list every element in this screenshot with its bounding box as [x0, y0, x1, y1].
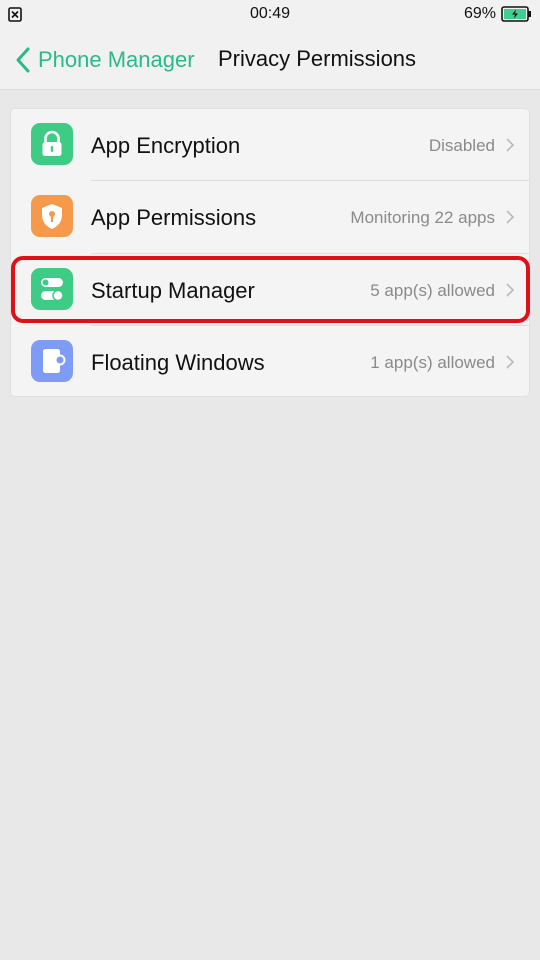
chevron-right-icon [506, 210, 515, 224]
page-title: Privacy Permissions [218, 46, 417, 71]
item-value: 1 app(s) allowed [370, 352, 495, 372]
item-label: App Encryption [91, 133, 241, 158]
battery-percent: 69% [463, 5, 496, 22]
chevron-right-icon [506, 355, 515, 369]
list-item-app-permissions[interactable]: App Permissions Monitoring 22 apps [11, 181, 529, 254]
chevron-right-icon [506, 282, 515, 297]
status-bar: 00:49 69% [0, 0, 540, 30]
back-button[interactable]: Phone Manager [14, 44, 195, 76]
item-label: App Permissions [91, 205, 257, 231]
item-label: Startup Manager [91, 277, 255, 303]
floating-window-icon [31, 339, 73, 382]
list-item-startup-manager[interactable]: Startup Manager 5 app(s) allowed [11, 254, 529, 326]
shield-key-icon [31, 195, 73, 238]
item-value: Monitoring 22 apps [350, 208, 495, 228]
toggle-switch-icon [31, 267, 73, 310]
app-header: Phone Manager Privacy Permissions [0, 30, 540, 90]
item-label: Floating Windows [91, 349, 265, 375]
lock-icon [31, 123, 73, 165]
chevron-right-icon [506, 138, 515, 152]
clock: 00:49 [249, 5, 291, 22]
item-value: Disabled [428, 136, 495, 155]
back-label: Phone Manager [38, 47, 195, 72]
battery-charging-icon [501, 6, 531, 22]
permissions-list: App Encryption Disabled App Permissions … [10, 108, 530, 397]
chevron-left-icon [16, 47, 30, 73]
list-item-app-encryption[interactable]: App Encryption Disabled [11, 109, 529, 182]
list-item-floating-windows[interactable]: Floating Windows 1 app(s) allowed [11, 326, 529, 398]
item-value: 5 app(s) allowed [370, 280, 495, 300]
